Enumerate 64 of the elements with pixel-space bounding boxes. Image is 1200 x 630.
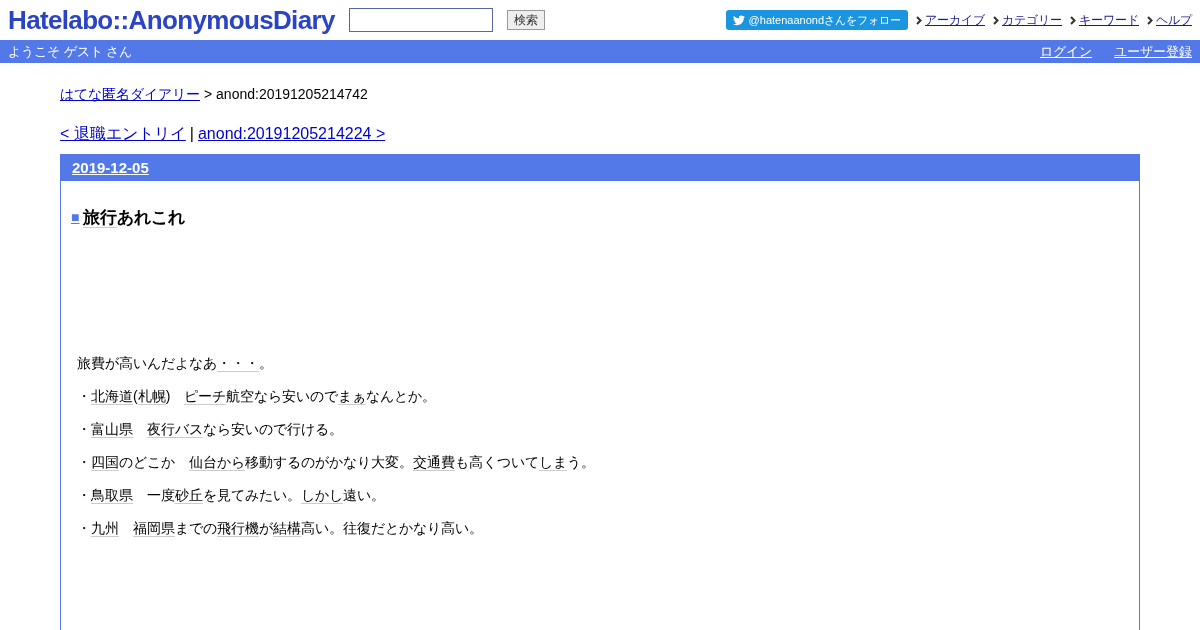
body-text: ・ — [77, 519, 91, 536]
body-text: 遠い。 — [343, 486, 385, 503]
keyword-link[interactable]: しかし — [301, 486, 343, 504]
body-text: 航空なら安いので — [226, 387, 339, 404]
pager-separator: | — [189, 124, 194, 144]
nav-link[interactable]: カテゴリー — [1002, 11, 1062, 29]
keyword-link[interactable]: 福岡県 — [133, 519, 175, 537]
breadcrumb-link[interactable]: はてな匿名ダイアリー — [60, 84, 200, 105]
body-text: あれこれ — [117, 208, 186, 227]
chevron-icon — [916, 15, 922, 25]
body-text: ・ — [77, 387, 91, 404]
keyword-link[interactable]: 結構 — [273, 519, 301, 537]
body-text: 旅費が高いんだよなあ — [77, 354, 217, 371]
keyword-link[interactable]: 四国 — [91, 453, 119, 471]
prev-entry-link[interactable]: < 退職エントリイ — [60, 122, 186, 146]
nav-link[interactable]: アーカイブ — [925, 11, 985, 29]
keyword-link[interactable]: 富山県 — [91, 420, 133, 438]
keyword-link[interactable]: 北海道 — [91, 387, 133, 405]
keyword-link[interactable]: ・・・ — [217, 354, 259, 372]
keyword-link[interactable]: 仙台から — [189, 453, 245, 471]
keyword-link[interactable]: まぁ — [338, 387, 367, 405]
keyword-link[interactable]: 旅行 — [83, 208, 118, 228]
keyword-link[interactable]: 飛行機 — [217, 519, 259, 537]
nav-link[interactable]: キーワード — [1079, 11, 1139, 29]
keyword-link[interactable]: 九州 — [91, 519, 119, 537]
body-text: のどこか — [119, 453, 175, 470]
body-text: 移動するのがかなり大変。 — [245, 453, 413, 470]
body-text: 高い。往復だとかなり高い。 — [301, 519, 483, 536]
chevron-icon — [993, 15, 999, 25]
body-text: なら安いので行ける。 — [203, 420, 343, 437]
keyword-link[interactable]: 札幌 — [137, 387, 166, 405]
keyword-link[interactable]: ピーチ — [184, 387, 227, 405]
site-logo[interactable]: Hatelabo::AnonymousDiary — [8, 0, 335, 40]
chevron-icon — [1070, 15, 1076, 25]
body-text: を見てみたい。 — [203, 486, 301, 503]
permalink-marker[interactable]: ■ — [71, 207, 80, 229]
body-text: ・ — [77, 453, 91, 470]
breadcrumb-current: > anond:20191205214742 — [204, 85, 368, 104]
chevron-icon — [1147, 15, 1153, 25]
body-text: ( — [133, 387, 138, 404]
body-text: う。 — [567, 453, 595, 470]
body-text: なんとか。 — [366, 387, 437, 404]
nav-link[interactable]: ヘルプ — [1156, 11, 1192, 29]
keyword-link[interactable]: 交通費 — [413, 453, 455, 471]
search-field[interactable] — [348, 8, 493, 32]
body-text: が — [259, 519, 273, 536]
next-entry-link[interactable]: anond:20191205214224 > — [197, 122, 386, 146]
account-link[interactable]: ログイン — [1040, 41, 1092, 62]
keyword-link[interactable]: 砂丘 — [175, 486, 203, 504]
keyword-link[interactable]: 鳥取県 — [91, 486, 133, 504]
greeting-text: ようこそ ゲスト さん — [8, 42, 133, 61]
body-text: 一度 — [147, 486, 175, 503]
body-text: までの — [175, 519, 217, 536]
body-text: ・ — [77, 486, 91, 503]
search-button[interactable]: 検索 — [506, 10, 545, 30]
keyword-link[interactable]: しま — [539, 453, 567, 471]
account-link[interactable]: ユーザー登録 — [1114, 41, 1192, 62]
date-link[interactable]: 2019-12-05 — [72, 156, 149, 180]
keyword-link[interactable]: 夜行バス — [147, 420, 203, 438]
bird-icon — [732, 14, 745, 26]
body-text: 。 — [259, 354, 273, 371]
body-text: ・ — [77, 420, 91, 437]
body-text: も高くついて — [455, 453, 539, 470]
body-text: ) — [165, 387, 171, 404]
